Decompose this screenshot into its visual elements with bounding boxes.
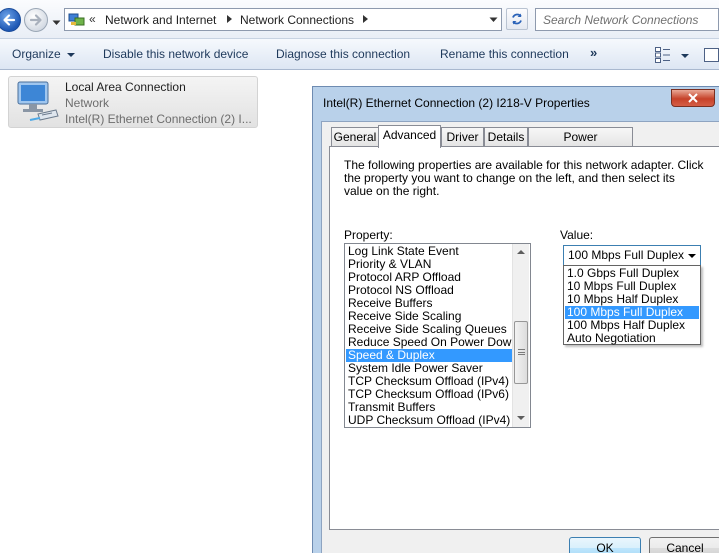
breadcrumb-network-connections[interactable]: Network Connections — [240, 13, 354, 27]
close-button[interactable] — [671, 89, 715, 107]
address-dropdown-icon[interactable] — [489, 17, 498, 23]
tab-general[interactable]: General — [331, 127, 379, 147]
list-item[interactable]: UDP Checksum Offload (IPv4) — [346, 414, 512, 427]
command-bar: Organize Disable this network device Dia… — [0, 38, 719, 70]
forward-arrow-icon — [29, 14, 42, 26]
scroll-thumb[interactable] — [514, 321, 528, 384]
tab-advanced[interactable]: Advanced — [378, 125, 441, 148]
address-field[interactable]: « Network and Internet Network Connectio… — [64, 8, 502, 31]
preview-pane-icon[interactable] — [704, 48, 719, 62]
property-list-scrollbar[interactable] — [512, 244, 529, 427]
organize-label: Organize — [12, 47, 61, 61]
explorer-window: « Network and Internet Network Connectio… — [0, 0, 719, 553]
connection-device: Intel(R) Ethernet Connection (2) I... — [65, 112, 252, 126]
property-label: Property: — [344, 228, 393, 242]
refresh-icon — [512, 13, 522, 25]
forward-button[interactable] — [24, 8, 48, 32]
address-bar-region: « Network and Internet Network Connectio… — [0, 0, 719, 38]
advanced-description: The following properties are available f… — [344, 158, 704, 198]
search-box[interactable] — [535, 8, 719, 31]
rename-connection-button[interactable]: Rename this connection — [440, 47, 569, 61]
refresh-button[interactable] — [506, 8, 528, 30]
ok-button[interactable]: OK — [569, 537, 641, 553]
tab-details[interactable]: Details — [484, 127, 528, 147]
search-input[interactable] — [543, 9, 703, 30]
value-option[interactable]: Auto Negotiation — [565, 332, 699, 345]
view-options-icon[interactable] — [655, 47, 671, 63]
connection-name: Local Area Connection — [65, 80, 186, 94]
property-list[interactable]: Log Link State Event Priority & VLAN Pro… — [344, 243, 531, 428]
back-button[interactable] — [0, 8, 21, 32]
breadcrumb-separator-icon[interactable] — [363, 15, 368, 23]
back-arrow-icon — [3, 14, 16, 26]
tab-power-management[interactable]: Power Management — [528, 127, 633, 162]
value-label: Value: — [560, 228, 594, 242]
advanced-tab-panel: The following properties are available f… — [329, 146, 719, 530]
breadcrumb-network-and-internet[interactable]: Network and Internet — [105, 13, 216, 27]
diagnose-connection-button[interactable]: Diagnose this connection — [276, 47, 410, 61]
adapter-properties-dialog: Intel(R) Ethernet Connection (2) I218-V … — [312, 86, 719, 553]
recent-pages-dropdown[interactable] — [52, 15, 61, 29]
scroll-up-icon[interactable] — [517, 250, 525, 254]
tab-driver[interactable]: Driver — [441, 127, 484, 147]
disable-device-button[interactable]: Disable this network device — [103, 47, 248, 61]
chevron-down-icon — [688, 254, 696, 258]
local-area-connection-item[interactable]: Local Area Connection Network Intel(R) E… — [8, 76, 258, 128]
organize-menu[interactable]: Organize — [12, 47, 75, 61]
value-options-list[interactable]: 1.0 Gbps Full Duplex 10 Mbps Full Duplex… — [563, 265, 701, 345]
value-dropdown-selected: 100 Mbps Full Duplex — [568, 248, 685, 262]
network-folder-icon — [68, 13, 85, 26]
chevron-down-icon — [66, 52, 75, 57]
breadcrumb-separator-icon[interactable] — [227, 15, 232, 23]
close-icon — [688, 93, 698, 103]
cancel-button[interactable]: Cancel — [649, 537, 719, 553]
dialog-title: Intel(R) Ethernet Connection (2) I218-V … — [323, 96, 590, 110]
value-dropdown[interactable]: 100 Mbps Full Duplex — [563, 245, 701, 266]
network-adapter-icon — [17, 81, 59, 121]
view-options-dropdown-icon[interactable] — [681, 54, 689, 58]
chevron-down-icon — [52, 20, 61, 25]
more-commands-button[interactable]: » — [590, 45, 597, 60]
breadcrumb-overflow-icon[interactable]: « — [89, 12, 96, 26]
connection-status: Network — [65, 96, 110, 110]
grip-icon — [518, 349, 525, 355]
dialog-client-area: General Advanced Driver Details Power Ma… — [321, 121, 719, 553]
scroll-down-icon[interactable] — [517, 416, 525, 420]
